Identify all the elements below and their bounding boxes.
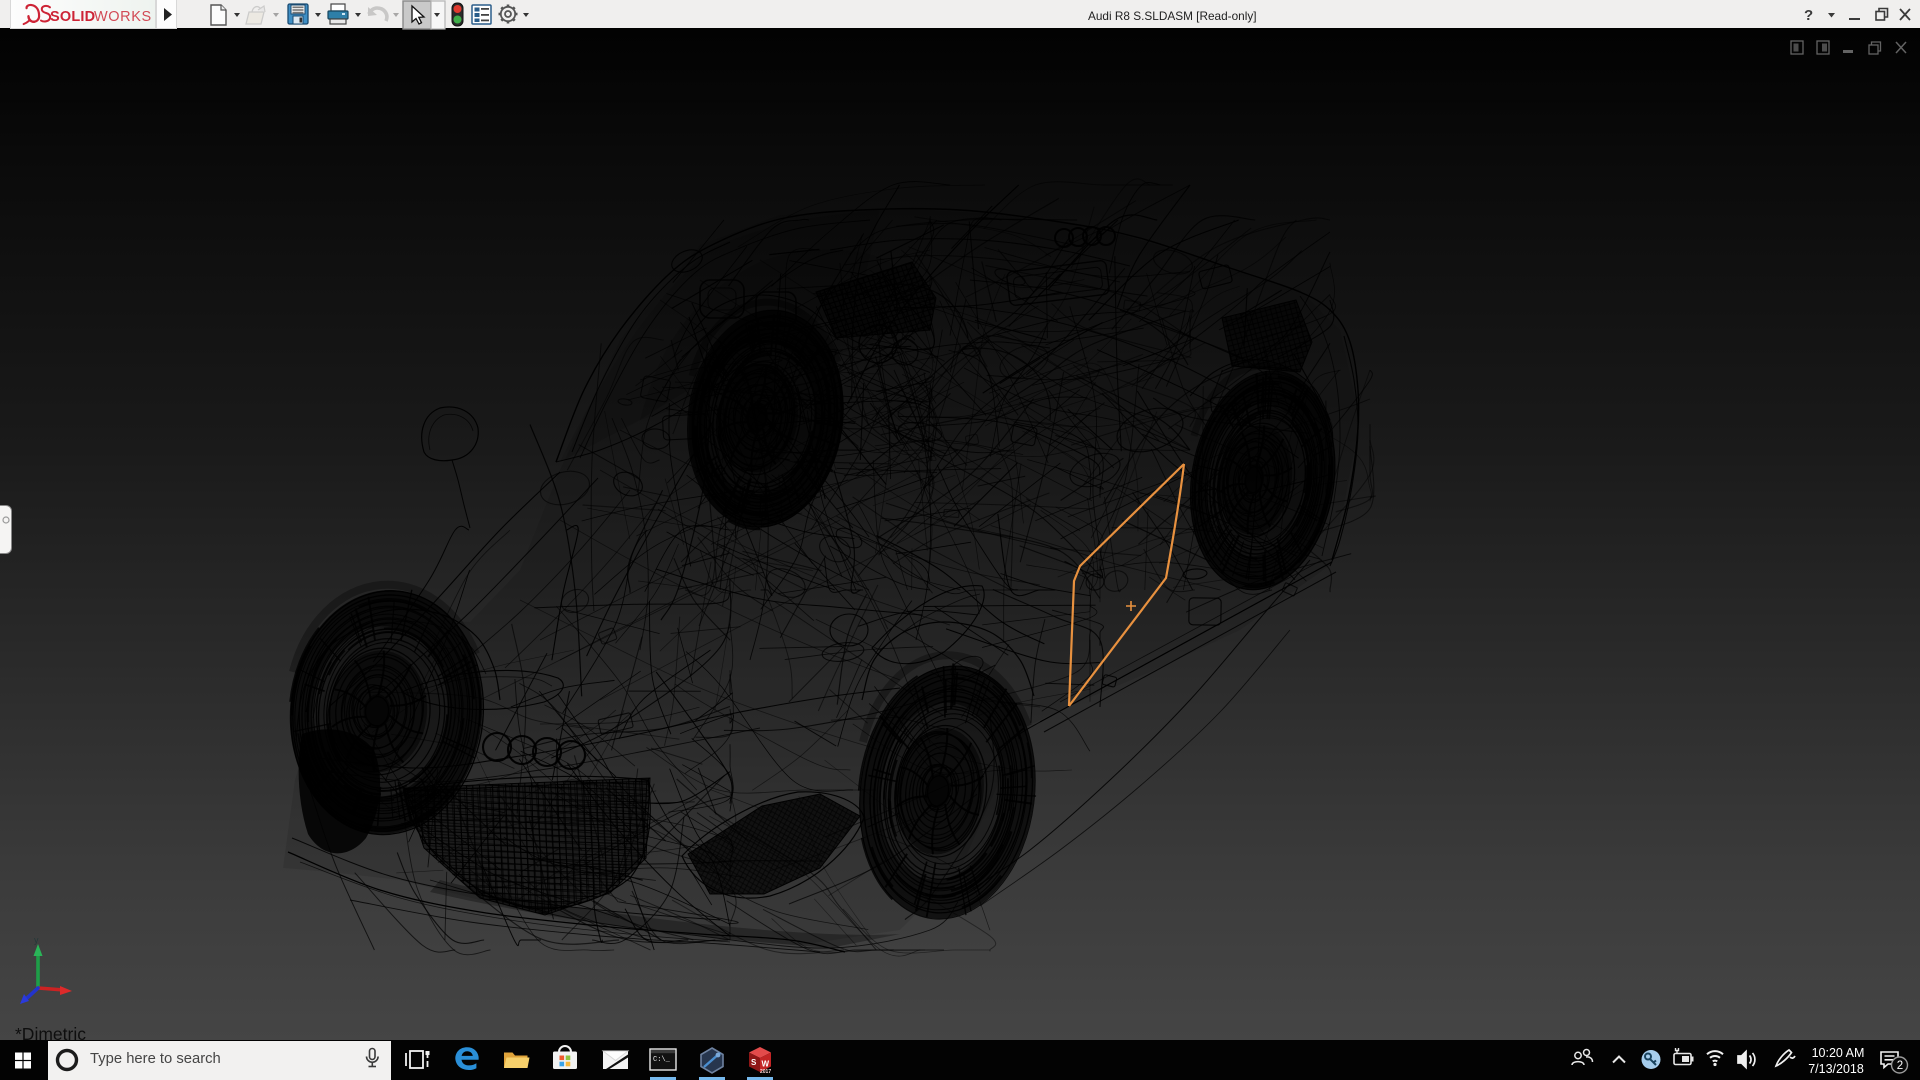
svg-text:SOLID: SOLID bbox=[50, 9, 95, 25]
svg-text:W: W bbox=[762, 1060, 770, 1069]
svg-text:2: 2 bbox=[1897, 1060, 1903, 1072]
svg-text:y: y bbox=[34, 935, 39, 945]
svg-text:?: ? bbox=[1804, 7, 1813, 24]
svg-text:C:\_: C:\_ bbox=[653, 1056, 671, 1064]
svg-text:2017: 2017 bbox=[760, 1069, 771, 1075]
svg-text:S: S bbox=[751, 1058, 757, 1067]
svg-text:*Dimetric: *Dimetric bbox=[15, 1024, 86, 1040]
svg-text:WORKS: WORKS bbox=[94, 9, 152, 25]
